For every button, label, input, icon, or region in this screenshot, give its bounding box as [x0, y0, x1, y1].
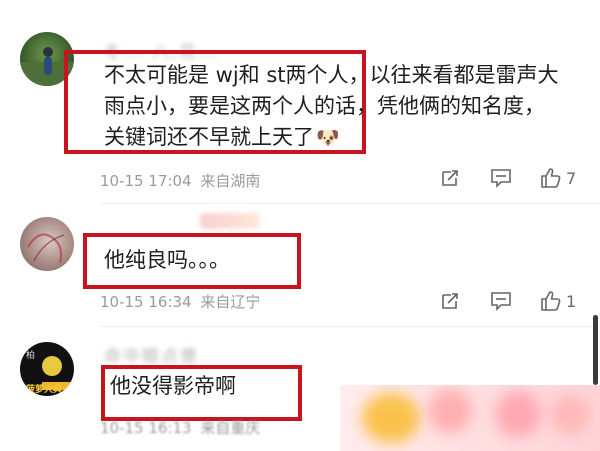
thumbs-up-icon [541, 168, 561, 188]
comment-text: 不太可能是 wj和 st两个人，以往来看都是雷声大 雨点小，要是这两个人的话，凭… [104, 60, 559, 154]
avatar[interactable]: 柏 菠萝大典 [20, 342, 74, 396]
username[interactable]: 命中眼点傻 [104, 342, 199, 367]
timestamp: 10-15 17:04 [100, 172, 192, 190]
avatar-caption: 柏 [26, 351, 36, 361]
comment-meta: 10-15 16:34 来自辽宁 [100, 291, 260, 312]
watermark [340, 385, 600, 451]
avatar[interactable] [20, 217, 74, 271]
divider [100, 326, 600, 327]
comment-text-line: 不太可能是 wj和 st两个人，以往来看都是雷声大 [104, 63, 559, 87]
share-icon [442, 170, 458, 186]
comment-meta: 10-15 16:13 来自重庆 [100, 417, 260, 438]
comment-text-line: 关键词还不早就上天了 🐶 [104, 125, 340, 149]
like-button[interactable]: 7 [540, 167, 576, 189]
location: 来自重庆 [200, 419, 261, 437]
avatar-caption: 菠萝大典 [26, 385, 63, 395]
share-button[interactable] [440, 168, 460, 188]
username[interactable] [200, 213, 260, 229]
comment-2: 他纯良吗。。。 10-15 16:34 来自辽宁 1 [0, 205, 600, 325]
reply-button[interactable] [490, 168, 512, 188]
like-button[interactable]: 1 [540, 290, 576, 312]
comment-text-line: 雨点小，要是这两个人的话，凭他俩的知名度， [104, 94, 545, 118]
scrollbar[interactable] [593, 315, 598, 385]
location: 来自湖南 [200, 172, 261, 190]
timestamp: 10-15 16:13 [100, 419, 192, 437]
share-button[interactable] [440, 291, 460, 311]
thumbs-up-icon [541, 291, 561, 311]
comment-1: 冬... 八,花... 不太可能是 wj和 st两个人，以往来看都是雷声大 雨点… [0, 0, 600, 200]
comment-icon [491, 169, 511, 188]
comment-icon [491, 292, 511, 311]
location: 来自辽宁 [200, 293, 261, 311]
share-icon [442, 293, 458, 309]
divider [100, 203, 600, 204]
comment-meta: 10-15 17:04 来自湖南 [100, 170, 260, 191]
comment-text: 他没得影帝啊 [110, 374, 236, 398]
comment-text: 他纯良吗。。。 [104, 248, 230, 272]
timestamp: 10-15 16:34 [100, 293, 192, 311]
like-count: 7 [566, 168, 577, 188]
like-count: 1 [566, 291, 577, 311]
reply-button[interactable] [490, 291, 512, 311]
doge-emoji-icon: 🐶 [316, 127, 340, 149]
